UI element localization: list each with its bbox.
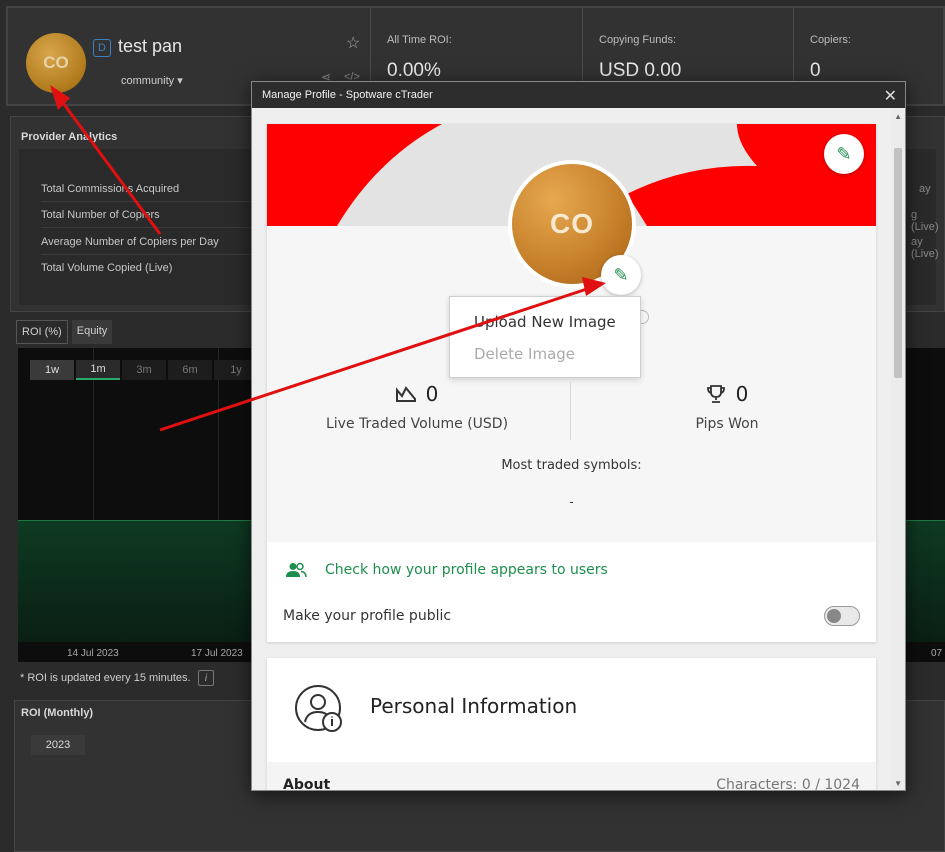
scroll-up-icon[interactable]: ▲ xyxy=(894,112,902,121)
check-profile-text[interactable]: Check how your profile appears to users xyxy=(325,562,608,578)
make-public-toggle[interactable] xyxy=(824,606,860,626)
check-profile-link[interactable]: Check how your profile appears to users xyxy=(285,562,608,578)
pencil-icon: ✎ xyxy=(836,143,852,164)
info-icon[interactable]: i xyxy=(198,670,214,686)
toggle-knob xyxy=(827,609,841,623)
tab-equity[interactable]: Equity xyxy=(71,320,113,344)
most-traded-value: - xyxy=(569,494,574,509)
analytics-row-right: g (Live) xyxy=(911,209,939,233)
range-6m[interactable]: 6m xyxy=(168,360,212,380)
metric-pips-won: 0 Pips Won xyxy=(577,382,876,432)
most-traded-label: Most traded symbols: xyxy=(501,458,642,473)
analytics-row: Total Commissions Acquired xyxy=(41,183,251,202)
close-icon[interactable]: ✕ xyxy=(884,86,897,106)
x-tick-label: 14 Jul 2023 xyxy=(67,648,119,659)
character-count: Characters: 0 / 1024 xyxy=(716,777,860,791)
stat-label: Copying Funds: xyxy=(599,34,677,46)
metric-traded-volume: 0 Live Traded Volume (USD) xyxy=(267,382,567,432)
range-1w[interactable]: 1w xyxy=(30,360,74,380)
edit-cover-button[interactable]: ✎ xyxy=(824,134,864,174)
dialog-title: Manage Profile - Spotware cTrader xyxy=(262,89,433,101)
x-tick-label: 07 xyxy=(931,648,943,659)
people-icon xyxy=(286,562,307,578)
metric-value: 0 xyxy=(735,382,749,406)
x-tick-label: 17 Jul 2023 xyxy=(191,648,243,659)
stat-label: All Time ROI: xyxy=(387,34,452,46)
scroll-thumb[interactable] xyxy=(894,148,902,378)
range-1m[interactable]: 1m xyxy=(76,360,120,380)
about-field-header: About Characters: 0 / 1024 xyxy=(267,762,876,791)
scrollbar[interactable]: ▲ ▼ xyxy=(891,108,905,790)
edit-avatar-button[interactable]: ✎ xyxy=(601,255,641,295)
chart-tabs: ROI (%) Equity xyxy=(16,320,113,344)
about-label: About xyxy=(283,777,331,791)
metric-value: 0 xyxy=(425,382,439,406)
range-3m[interactable]: 3m xyxy=(122,360,166,380)
mountain-chart-icon xyxy=(395,386,416,402)
person-info-icon xyxy=(295,685,342,732)
personal-information-card: Personal Information About Characters: 0… xyxy=(267,658,876,791)
provider-name: test pan xyxy=(118,36,183,56)
upload-image-item[interactable]: Upload New Image xyxy=(474,313,616,331)
analytics-row-right: ay (Live) xyxy=(911,236,939,260)
metric-caption: Pips Won xyxy=(695,416,759,432)
analytics-row-right: ay xyxy=(919,183,931,195)
avatar-menu: Upload New Image Delete Image xyxy=(449,296,641,378)
tab-roi[interactable]: ROI (%) xyxy=(16,320,68,344)
provider-avatar[interactable]: CO xyxy=(26,33,86,93)
stat-value: USD 0.00 xyxy=(599,60,682,81)
stat-value: 0.00% xyxy=(387,60,441,81)
profile-card: ✎ CO ✎ Upload New Image Delete Image 0 L… xyxy=(267,124,876,642)
pencil-icon: ✎ xyxy=(613,264,629,285)
analytics-row: Total Volume Copied (Live) xyxy=(41,262,173,274)
trophy-icon xyxy=(706,385,725,403)
analytics-row: Average Number of Copiers per Day xyxy=(41,236,251,255)
section-title: Personal Information xyxy=(370,694,578,718)
metric-caption: Live Traded Volume (USD) xyxy=(325,416,509,432)
scroll-down-icon[interactable]: ▼ xyxy=(894,779,902,788)
community-dropdown[interactable]: community ▾ xyxy=(121,74,183,87)
make-public-label: Make your profile public xyxy=(283,608,452,624)
profile-visibility-section: Check how your profile appears to users … xyxy=(267,542,876,642)
panel-title: Provider Analytics xyxy=(21,131,118,143)
divider xyxy=(570,382,571,440)
dialog-titlebar: Manage Profile - Spotware cTrader ✕ xyxy=(252,82,905,108)
delete-image-item[interactable]: Delete Image xyxy=(474,345,575,363)
demo-badge: D xyxy=(93,39,111,57)
stat-label: Copiers: xyxy=(810,34,851,46)
panel-title: ROI (Monthly) xyxy=(21,707,94,719)
analytics-row: Total Number of Copiers xyxy=(41,209,251,228)
star-icon[interactable]: ☆ xyxy=(346,33,360,53)
manage-profile-dialog: Manage Profile - Spotware cTrader ✕ ▲ ▼ … xyxy=(251,81,906,791)
year-button[interactable]: 2023 xyxy=(31,735,85,755)
range-selector: 1w 1m 3m 6m 1y xyxy=(30,360,258,380)
stat-value: 0 xyxy=(810,60,821,81)
roi-update-note: * ROI is updated every 15 minutes. xyxy=(20,672,191,684)
